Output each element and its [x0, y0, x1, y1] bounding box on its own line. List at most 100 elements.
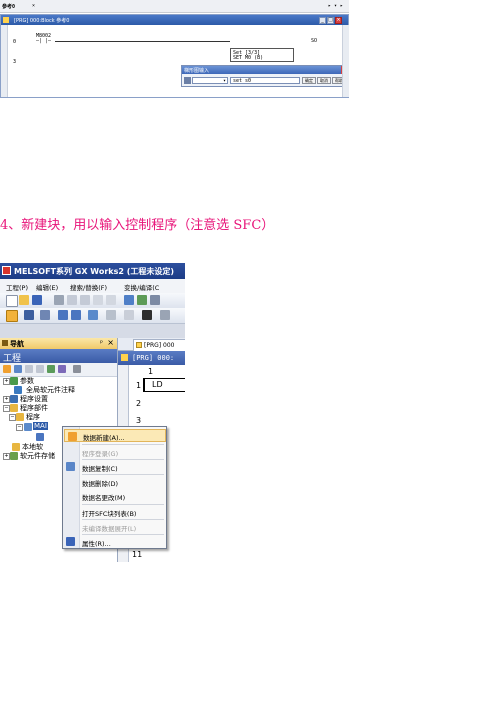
document-tab-bar: 参考0 × ▸ ▾ ▸: [0, 0, 349, 13]
properties-icon: [66, 537, 75, 546]
delete-data-icon[interactable]: [25, 365, 33, 373]
dropdown-icon[interactable]: [106, 310, 116, 320]
window-cascade-icon[interactable]: [137, 295, 147, 305]
collapse-program-icon[interactable]: −: [9, 414, 16, 421]
pin-icon[interactable]: ᵖ: [100, 339, 103, 347]
minimize-icon[interactable]: _: [319, 16, 326, 24]
line-number-2: 2: [136, 399, 142, 408]
ladder-input-dialog: 梯形图输入 × ▾ set s0 确定 取消 帮助: [181, 65, 349, 87]
properties-icon[interactable]: [58, 365, 66, 373]
menu-item-open-sfc-block-list[interactable]: 打开SFC块列表(B): [80, 505, 166, 518]
context-menu-icon-gutter: [63, 427, 80, 548]
open-folder-icon[interactable]: [19, 295, 29, 305]
help-icon[interactable]: [124, 310, 134, 320]
redo-icon[interactable]: [106, 295, 116, 305]
online-write-icon[interactable]: [58, 310, 68, 320]
contact-symbol-icon[interactable]: —| |—: [36, 38, 51, 44]
menu-item-register-program[interactable]: 程序登录(G): [80, 445, 166, 458]
menu-edit[interactable]: 编辑(E): [36, 282, 58, 292]
navigation-close-icon[interactable]: ×: [107, 338, 114, 347]
instruction-cell[interactable]: LD: [143, 378, 185, 392]
expand-program-settings-icon[interactable]: +: [3, 396, 10, 403]
editor-tab-strip: [PRG] 000: [118, 338, 185, 351]
window-tile-icon[interactable]: [124, 295, 134, 305]
device-icon[interactable]: [88, 310, 98, 320]
menu-item-copy-data[interactable]: 数据复制(C): [66, 460, 166, 473]
binoculars-icon[interactable]: [142, 310, 152, 320]
paste-icon[interactable]: [80, 295, 90, 305]
menu-item-properties[interactable]: 属性(R)...: [66, 535, 166, 548]
instruction-input[interactable]: set s0: [230, 77, 300, 84]
refresh-icon[interactable]: [47, 365, 55, 373]
dialog-titlebar: 梯形图输入: [182, 66, 348, 74]
collapse-program-parts-icon[interactable]: −: [3, 405, 10, 412]
document-title: [PRG] 000:: [132, 354, 175, 362]
window-icon: [3, 17, 9, 23]
more-tools-icon[interactable]: [160, 310, 170, 320]
vertical-scrollbar[interactable]: [342, 25, 349, 97]
gx-works2-screenshot: MELSOFT系列 GX Works2 (工程未设定) 工程(P) 编辑(E) …: [0, 263, 185, 562]
chevron-down-icon: ▾: [222, 78, 226, 84]
tab-label: [PRG] 000: [144, 342, 175, 349]
expand-device-memory-icon[interactable]: +: [3, 453, 10, 460]
copy-icon[interactable]: [67, 295, 77, 305]
menu-item-copy-data-label: 数据复制(C): [82, 465, 118, 473]
tab-nav-icon[interactable]: ▸ ▾ ▸: [328, 3, 343, 9]
symbol-icon[interactable]: [184, 77, 191, 84]
app-title: MELSOFT系列 GX Works2 (工程未设定): [14, 267, 175, 276]
project-header: 工程: [0, 349, 117, 364]
ladder-editor-screenshot: 参考0 × ▸ ▾ ▸ [PRG] 000:Block 参考0 _ □ × M8…: [0, 0, 349, 98]
save-icon[interactable]: [32, 295, 42, 305]
menu-search-replace[interactable]: 搜索/替换(F): [70, 282, 107, 292]
tab-prg-000[interactable]: [PRG] 000: [133, 339, 185, 351]
navigation-title: 导航: [10, 340, 24, 348]
online-read-icon[interactable]: [71, 310, 81, 320]
row-number-0: 0: [13, 39, 17, 45]
collapse-icon[interactable]: [73, 365, 81, 373]
new-data-icon: [68, 432, 77, 441]
menu-item-expand-uncompiled[interactable]: 未编译数据展开(L): [80, 520, 166, 533]
tree-item-device-memory[interactable]: 软元件存储: [20, 451, 55, 461]
rename-icon[interactable]: [36, 365, 44, 373]
copy-data-icon[interactable]: [14, 365, 22, 373]
new-data-icon[interactable]: [3, 365, 11, 373]
cut-icon[interactable]: [54, 295, 64, 305]
new-file-icon[interactable]: [6, 295, 18, 307]
navigation-toggle-icon[interactable]: [6, 310, 18, 322]
undo-icon[interactable]: [93, 295, 103, 305]
expand-parameter-icon[interactable]: +: [3, 378, 10, 385]
menu-project[interactable]: 工程(P): [6, 282, 28, 292]
tree-item-program[interactable]: 程序: [26, 412, 40, 422]
comment-tree-icon: [14, 386, 22, 394]
tab-label[interactable]: 参考0: [2, 3, 15, 10]
close-icon[interactable]: ×: [335, 16, 342, 24]
block-icon: [36, 433, 44, 441]
symbol-select[interactable]: ▾: [192, 77, 228, 84]
tree-item-main-selected[interactable]: MAI: [33, 422, 48, 430]
context-menu: 数据新建(A)... 程序登录(G) 数据复制(C) 数据删除(D) 数据名更改…: [62, 426, 167, 549]
dialog-title: 梯形图输入: [184, 68, 210, 74]
menu-convert-compile[interactable]: 变换/编译(C: [124, 282, 159, 292]
app-titlebar: MELSOFT系列 GX Works2 (工程未设定): [0, 263, 185, 279]
monitor-icon[interactable]: [40, 310, 50, 320]
menu-item-register-program-label: 程序登录(G): [82, 450, 119, 458]
ok-button[interactable]: 确定: [302, 77, 316, 84]
restore-icon[interactable]: □: [327, 16, 334, 24]
parameter-icon[interactable]: [24, 310, 34, 320]
toolbar-project: [0, 308, 185, 324]
instruction-suffix: SO: [311, 38, 318, 44]
menu-item-rename-data[interactable]: 数据名更改(M): [80, 489, 166, 502]
menu-item-delete-data[interactable]: 数据删除(D): [80, 475, 166, 488]
instruction-box[interactable]: Set [3/3] SET M0 (B): [230, 48, 294, 62]
device-memory-icon: [10, 452, 18, 460]
menu-item-new-data[interactable]: 数据新建(A)...: [64, 429, 166, 442]
cancel-button[interactable]: 取消: [317, 77, 331, 84]
document-icon: [121, 354, 128, 361]
step-caption: 4、新建块，用以输入控制程序（注意选 SFC）: [0, 218, 275, 233]
window-list-icon[interactable]: [150, 295, 160, 305]
ladder-window-titlebar: [PRG] 000:Block 参考0 _ □ ×: [1, 15, 348, 25]
tab-close-icon[interactable]: ×: [32, 3, 35, 9]
collapse-main-icon[interactable]: −: [16, 424, 23, 431]
line-number-3: 3: [136, 416, 142, 425]
step-number-1: 1: [136, 381, 142, 390]
